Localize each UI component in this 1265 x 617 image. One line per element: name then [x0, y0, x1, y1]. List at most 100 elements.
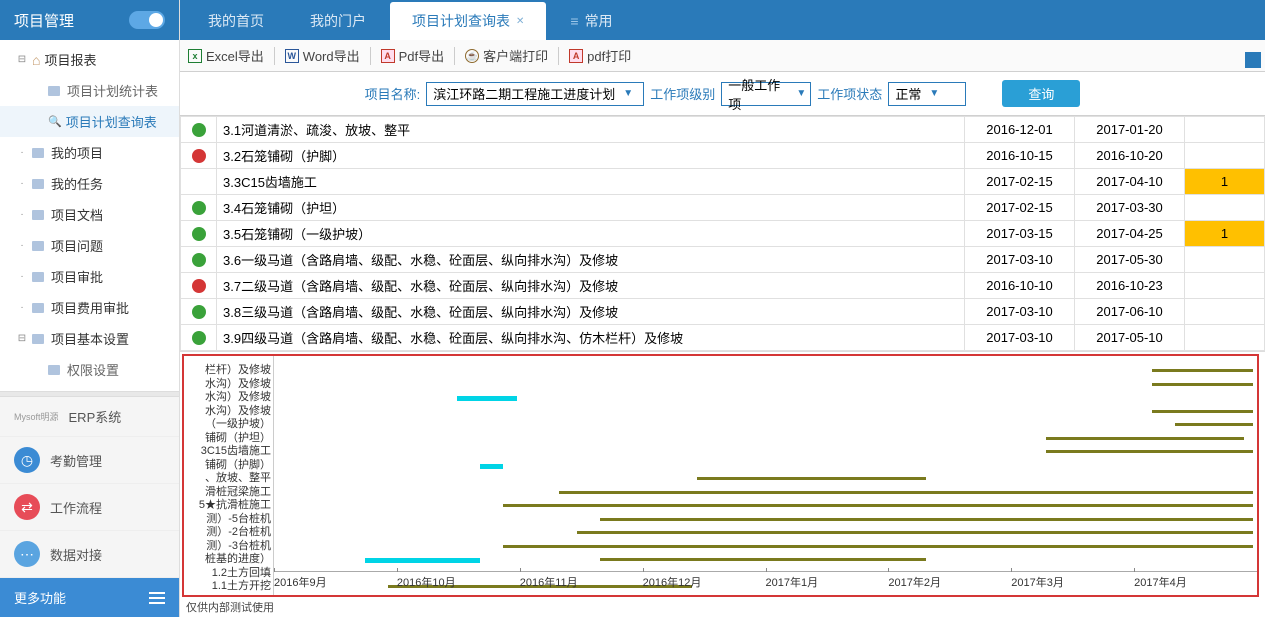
- nav-item[interactable]: 项目计划统计表: [0, 75, 179, 106]
- gantt-row-label: 测）-2台桩机: [186, 526, 271, 540]
- gantt-chart: 栏杆）及修坡水沟）及修坡水沟）及修坡水沟）及修坡（一级护坡）铺砌（护坦）3C15…: [182, 354, 1259, 597]
- sidebar-header: 项目管理: [0, 0, 179, 40]
- gantt-bar: [480, 464, 503, 469]
- gantt-row-label: 3C15齿墙施工: [186, 445, 271, 459]
- tool-label: 客户端打印: [483, 46, 548, 65]
- status-cell: [181, 247, 217, 273]
- name-cell: 3.5石笼铺砌（一级护坡）: [217, 221, 965, 247]
- gantt-x-tick: 2017年3月: [1011, 572, 1134, 591]
- nav-label: 项目费用审批: [51, 298, 129, 317]
- table-row[interactable]: 3.2石笼铺砌（护脚）2016-10-152016-10-20: [181, 143, 1265, 169]
- nav-group[interactable]: ⊟项目报表: [0, 44, 179, 75]
- table-row[interactable]: 3.8三级马道（含路肩墙、级配、水稳、砼面层、纵向排水沟）及修坡2017-03-…: [181, 299, 1265, 325]
- flag-cell: [1185, 117, 1265, 143]
- status-dot-icon: [192, 227, 206, 241]
- sidebar-toggle[interactable]: [129, 11, 165, 29]
- nav-label: 项目审批: [51, 267, 103, 286]
- gantt-bar: [503, 545, 1253, 548]
- flag-cell: [1185, 273, 1265, 299]
- nav-group[interactable]: ·项目费用审批: [0, 292, 179, 323]
- sidebar-section[interactable]: ⇄工作流程: [0, 484, 179, 531]
- end-date-cell: 2017-04-10: [1075, 169, 1185, 195]
- tab-label: 常用: [585, 11, 613, 31]
- query-button[interactable]: 查询: [1002, 80, 1080, 107]
- tab[interactable]: 我的门户: [288, 2, 388, 40]
- table-row[interactable]: 3.7二级马道（含路肩墙、级配、水稳、砼面层、纵向排水沟）及修坡2016-10-…: [181, 273, 1265, 299]
- expand-icon: ·: [16, 271, 28, 283]
- gantt-x-tick: 2017年2月: [888, 572, 1011, 591]
- toolbar-pdf打印[interactable]: Apdf打印: [569, 46, 631, 65]
- end-date-cell: 2017-06-10: [1075, 299, 1185, 325]
- close-icon[interactable]: ✕: [516, 16, 524, 27]
- folder-icon: [32, 179, 44, 189]
- nav-group[interactable]: ·我的任务: [0, 168, 179, 199]
- sidebar-section[interactable]: ⋯数据对接: [0, 531, 179, 578]
- status-dot-icon: [192, 331, 206, 345]
- sidebar-section[interactable]: Mysoft明源ERP系统: [0, 397, 179, 437]
- filter-state-label: 工作项状态: [817, 84, 882, 103]
- export-toolbar: xExcel导出 WWord导出 APdf导出 ☕客户端打印 Apdf打印: [180, 40, 1265, 72]
- project-name-select[interactable]: 滨江环路二期工程施工进度计划▼: [426, 82, 644, 106]
- search-icon: 🔍: [48, 115, 62, 128]
- nav-label: 项目问题: [51, 236, 103, 255]
- list-icon: [570, 13, 578, 29]
- tab-label: 我的门户: [310, 11, 366, 31]
- toolbar-客户端打印[interactable]: ☕客户端打印: [465, 46, 548, 65]
- section-label: ERP系统: [69, 407, 122, 426]
- status-cell: [181, 221, 217, 247]
- toolbar-Pdf导出[interactable]: APdf导出: [381, 46, 445, 65]
- sidebar: 项目管理 ⊟项目报表项目计划统计表🔍项目计划查询表·我的项目·我的任务·项目文档…: [0, 0, 180, 617]
- pdf-icon: A: [381, 49, 395, 63]
- name-cell: 3.4石笼铺砌（护坦）: [217, 195, 965, 221]
- save-icon[interactable]: [1245, 52, 1261, 68]
- nav-group[interactable]: ·项目问题: [0, 230, 179, 261]
- sidebar-title: 项目管理: [14, 10, 74, 31]
- work-level-select[interactable]: 一般工作项▼: [721, 82, 811, 106]
- name-cell: 3.7二级马道（含路肩墙、级配、水稳、砼面层、纵向排水沟）及修坡: [217, 273, 965, 299]
- toolbar-Word导出[interactable]: WWord导出: [285, 46, 360, 65]
- gantt-row-label: 水沟）及修坡: [186, 391, 271, 405]
- end-date-cell: 2017-01-20: [1075, 117, 1185, 143]
- nav-item-label: 权限设置: [67, 360, 119, 379]
- tab[interactable]: 项目计划查询表✕: [390, 2, 546, 40]
- nav-group[interactable]: ·我的项目: [0, 137, 179, 168]
- gantt-row-label: 测）-5台桩机: [186, 513, 271, 527]
- name-cell: 3.6一级马道（含路肩墙、级配、水稳、砼面层、纵向排水沟）及修坡: [217, 247, 965, 273]
- nav-item[interactable]: 权限设置: [0, 354, 179, 385]
- table-row[interactable]: 3.5石笼铺砌（一级护坡）2017-03-152017-04-251: [181, 221, 1265, 247]
- table-row[interactable]: 3.1河道清淤、疏浚、放坡、整平2016-12-012017-01-20: [181, 117, 1265, 143]
- flag-cell: [1185, 247, 1265, 273]
- start-date-cell: 2016-10-10: [965, 273, 1075, 299]
- name-cell: 3.2石笼铺砌（护脚）: [217, 143, 965, 169]
- gantt-bar: [1046, 437, 1244, 440]
- flag-cell: 1: [1185, 221, 1265, 247]
- gantt-bar: [1152, 369, 1253, 372]
- table-row[interactable]: 3.4石笼铺砌（护坦）2017-02-152017-03-30: [181, 195, 1265, 221]
- nav-group[interactable]: ·项目文档: [0, 199, 179, 230]
- gantt-bar: [559, 491, 1253, 494]
- table-row[interactable]: 3.6一级马道（含路肩墙、级配、水稳、砼面层、纵向排水沟）及修坡2017-03-…: [181, 247, 1265, 273]
- toolbar-Excel导出[interactable]: xExcel导出: [188, 46, 264, 65]
- more-functions-button[interactable]: 更多功能: [0, 578, 179, 617]
- status-dot-icon: [192, 305, 206, 319]
- start-date-cell: 2016-10-15: [965, 143, 1075, 169]
- nav-item[interactable]: 🔍项目计划查询表: [0, 106, 179, 137]
- folder-icon: [32, 148, 44, 158]
- section-icon: ⇄: [14, 494, 40, 520]
- flag-cell: 1: [1185, 169, 1265, 195]
- gantt-row-label: 铺砌（护坦）: [186, 432, 271, 446]
- status-cell: [181, 169, 217, 195]
- tab[interactable]: 我的首页: [186, 2, 286, 40]
- tab[interactable]: 常用: [548, 2, 634, 40]
- nav-label: 我的项目: [51, 143, 103, 162]
- gantt-x-tick: 2016年12月: [643, 572, 766, 591]
- sidebar-section[interactable]: ◷考勤管理: [0, 437, 179, 484]
- gantt-y-labels: 栏杆）及修坡水沟）及修坡水沟）及修坡水沟）及修坡（一级护坡）铺砌（护坦）3C15…: [184, 356, 274, 595]
- nav-group[interactable]: ⊟项目基本设置: [0, 323, 179, 354]
- nav-label: 项目报表: [44, 50, 96, 69]
- table-row[interactable]: 3.9四级马道（含路肩墙、级配、水稳、砼面层、纵向排水沟、仿木栏杆）及修坡201…: [181, 325, 1265, 351]
- nav-group[interactable]: · 项目审批: [0, 261, 179, 292]
- table-row[interactable]: 3.3C15齿墙施工2017-02-152017-04-101: [181, 169, 1265, 195]
- flag-cell: [1185, 195, 1265, 221]
- work-state-select[interactable]: 正常▼: [888, 82, 966, 106]
